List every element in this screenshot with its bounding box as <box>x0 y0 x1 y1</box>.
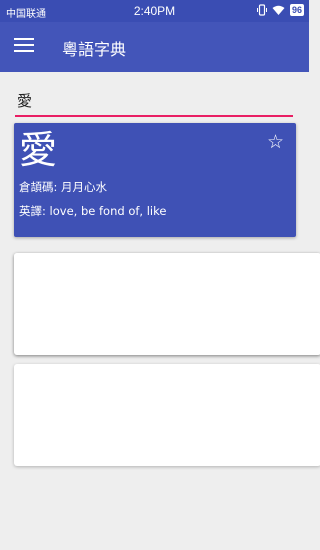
reading-card-2 <box>14 364 320 466</box>
app-title: 粵語字典 <box>62 40 127 59</box>
english-label: 英譯: <box>19 204 46 218</box>
vibrate-icon <box>256 4 267 16</box>
app-bar: 粵語字典 <box>0 22 309 72</box>
entry-character: 愛 <box>19 128 58 172</box>
reading-card-1 <box>14 253 320 355</box>
status-bar: 中国联通 2:40PM 96 <box>0 0 309 22</box>
search-input[interactable] <box>15 87 295 109</box>
favorite-star-icon[interactable]: ☆ <box>267 132 284 152</box>
status-icons: 96 <box>256 4 304 16</box>
wifi-icon <box>272 5 285 15</box>
cangjie-line: 倉頡碼: 月月心水 <box>19 179 107 195</box>
english-value: love, be fond of, like <box>49 204 167 218</box>
cangjie-value: 月月心水 <box>61 180 108 194</box>
menu-button[interactable] <box>14 38 34 56</box>
entry-card: 愛 ☆ 倉頡碼: 月月心水 英譯: love, be fond of, like <box>14 123 296 237</box>
search-field[interactable] <box>15 87 295 117</box>
menu-icon <box>14 38 34 40</box>
cangjie-label: 倉頡碼: <box>19 180 58 194</box>
english-line: 英譯: love, be fond of, like <box>19 203 166 219</box>
battery-icon: 96 <box>289 4 304 16</box>
